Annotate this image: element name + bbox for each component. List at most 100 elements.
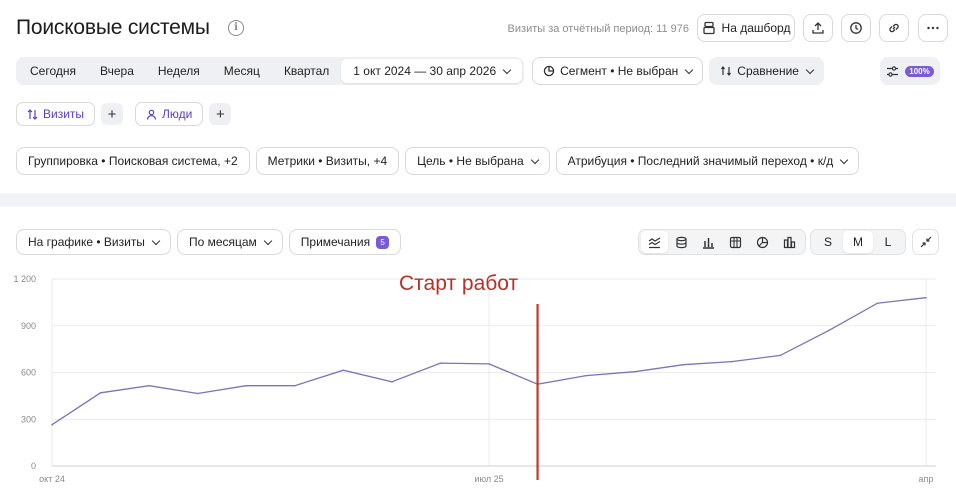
compare-label: Сравнение <box>737 64 799 78</box>
chart-type-pie[interactable] <box>749 231 776 253</box>
more-button[interactable] <box>918 14 948 42</box>
x-axis: окт 24 июл 25 апр <box>39 474 933 484</box>
to-dashboard-label: На дашборд <box>721 21 791 35</box>
data-point[interactable] <box>876 302 879 304</box>
add-chip-button[interactable]: + <box>209 103 232 125</box>
chart-size-switcher: S M L <box>810 229 906 255</box>
export-button[interactable] <box>803 14 833 42</box>
column-chart-icon <box>783 236 796 248</box>
chip-people[interactable]: Люди <box>135 102 204 126</box>
date-range-value: 1 окт 2024 — 30 апр 2026 <box>353 64 497 78</box>
chart-type-line[interactable] <box>641 231 668 253</box>
data-point[interactable] <box>585 374 587 377</box>
chart-grid <box>51 278 936 467</box>
compare-dropdown[interactable]: Сравнение <box>709 57 824 85</box>
segment-dropdown[interactable]: Сегмент • Не выбран <box>532 57 704 85</box>
collapse-icon <box>920 236 931 248</box>
pie-chart-icon <box>756 236 769 248</box>
notes-button[interactable]: Примечания 5 <box>288 229 402 255</box>
add-chip-button[interactable]: + <box>101 103 124 125</box>
data-point[interactable] <box>439 362 442 364</box>
data-point[interactable] <box>342 369 345 371</box>
data-point[interactable] <box>828 329 830 332</box>
data-point[interactable] <box>99 391 102 394</box>
history-button[interactable] <box>841 14 871 42</box>
chevron-down-icon <box>530 155 539 164</box>
on-chart-dropdown[interactable]: На графике • Визиты <box>16 229 171 255</box>
visits-line-chart: 0 300 600 900 1 200 окт 24 июл 25 апр <box>13 274 936 484</box>
data-point[interactable] <box>633 370 636 373</box>
chip-visits-label: Визиты <box>43 107 85 121</box>
data-point[interactable] <box>682 363 685 366</box>
grouping-button[interactable]: Группировка • Поисковая система, +2 <box>16 147 250 175</box>
period-week[interactable]: Неделя <box>146 59 212 83</box>
chart-type-table[interactable] <box>722 231 749 253</box>
y-tick-label: 300 <box>21 414 36 424</box>
visits-total: Визиты за отчётный период: 11 976 <box>507 23 689 35</box>
chevron-down-icon <box>502 65 512 74</box>
collapse-chart-button[interactable] <box>912 229 939 255</box>
attribution-dropdown[interactable]: Атрибуция • Последний значимый переход •… <box>555 147 860 175</box>
data-point[interactable] <box>293 384 296 387</box>
clock-icon <box>850 22 862 34</box>
goal-dropdown[interactable]: Цель • Не выбрана <box>405 147 550 175</box>
link-icon <box>889 23 899 33</box>
goal-label: Цель • Не выбрана <box>417 154 524 168</box>
chart-toolbar: На графике • Визиты По месяцам Примечани… <box>16 229 402 255</box>
visits-icon <box>27 108 38 120</box>
annotation-label: Старт работ <box>399 272 519 295</box>
chart-type-columns[interactable] <box>776 231 803 253</box>
chevron-down-icon <box>151 236 161 245</box>
period-quarter[interactable]: Квартал <box>272 59 341 83</box>
x-tick-label: окт 24 <box>39 474 65 484</box>
data-point[interactable] <box>391 381 393 383</box>
data-point[interactable] <box>730 360 733 363</box>
chip-people-label: Люди <box>162 107 193 121</box>
sampling-badge: 100% <box>905 65 934 77</box>
chevron-down-icon <box>263 236 273 245</box>
sampling-button[interactable]: 100% <box>880 57 940 85</box>
data-point[interactable] <box>779 354 782 357</box>
period-switcher: Сегодня Вчера Неделя Месяц Квартал 1 окт… <box>16 57 525 85</box>
report-header: Поисковые системы i Визиты за отчётный п… <box>16 12 948 46</box>
detail-dropdown[interactable]: По месяцам <box>176 229 283 255</box>
user-icon <box>146 109 157 120</box>
data-point[interactable] <box>196 392 199 395</box>
more-icon <box>927 26 939 30</box>
x-tick-label: апр <box>919 474 934 484</box>
data-point[interactable] <box>51 423 53 426</box>
size-s[interactable]: S <box>813 231 843 253</box>
to-dashboard-button[interactable]: На дашборд <box>697 14 795 42</box>
chart-type-bar[interactable] <box>695 231 722 253</box>
chevron-down-icon <box>685 65 694 74</box>
chart-type-stacked[interactable] <box>668 231 695 253</box>
metrika-report: Поисковые системы i Визиты за отчётный п… <box>0 0 956 497</box>
bar-chart-icon <box>703 237 714 249</box>
on-chart-label: На графике • Визиты <box>28 235 145 249</box>
size-l[interactable]: L <box>873 231 903 253</box>
period-month[interactable]: Месяц <box>212 59 272 83</box>
info-icon[interactable]: i <box>228 20 244 36</box>
sliders-icon <box>887 65 899 77</box>
y-tick-label: 600 <box>21 368 36 378</box>
size-m[interactable]: M <box>843 231 873 253</box>
date-range-picker[interactable]: 1 окт 2024 — 30 апр 2026 <box>341 59 523 83</box>
metric-chips: Визиты + Люди + <box>16 101 232 127</box>
metrics-button[interactable]: Метрики • Визиты, +4 <box>255 147 400 175</box>
y-tick-label: 1 200 <box>13 274 36 284</box>
data-point[interactable] <box>148 384 150 387</box>
page-title: Поисковые системы <box>16 16 210 39</box>
data-point[interactable] <box>245 384 248 387</box>
y-tick-label: 900 <box>21 321 36 331</box>
data-point[interactable] <box>925 296 927 299</box>
period-yesterday[interactable]: Вчера <box>88 59 146 83</box>
data-point[interactable] <box>488 363 490 365</box>
report-options: Группировка • Поисковая система, +2 Метр… <box>16 147 860 175</box>
line-chart-icon <box>648 236 661 248</box>
period-today[interactable]: Сегодня <box>18 59 88 83</box>
chip-visits[interactable]: Визиты <box>16 102 96 126</box>
chevron-down-icon <box>805 65 815 74</box>
compare-icon <box>721 66 732 76</box>
detail-label: По месяцам <box>188 235 257 249</box>
share-link-button[interactable] <box>879 14 909 42</box>
